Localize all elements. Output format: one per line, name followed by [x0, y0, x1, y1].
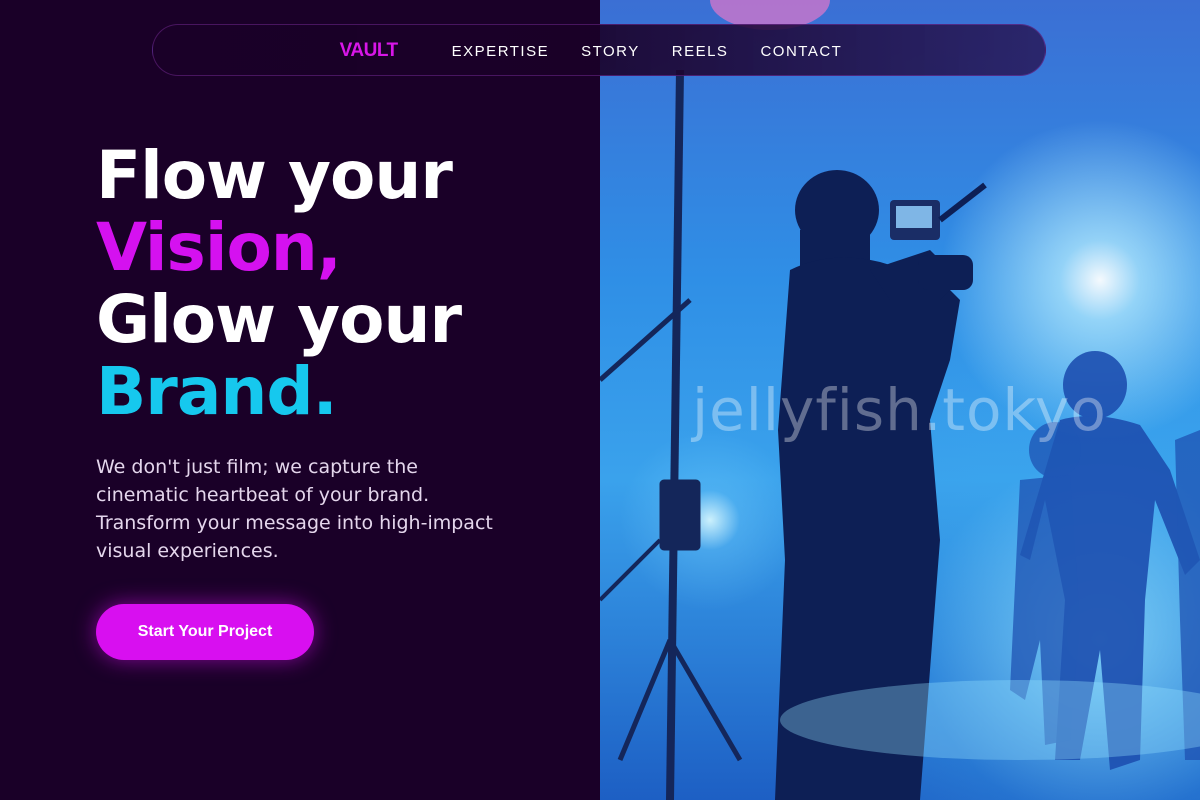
headline-line-2: Vision,: [96, 209, 342, 286]
headline-line-3: Glow your: [96, 281, 462, 358]
brand-logo[interactable]: VAULT: [340, 40, 399, 62]
hero-headline: Flow your Vision, Glow your Brand.: [96, 137, 462, 430]
nav-link-contact[interactable]: CONTACT: [760, 43, 842, 60]
start-project-button[interactable]: Start Your Project: [96, 604, 314, 660]
hero-image: jellyfish.tokyo: [600, 0, 1200, 800]
headline-line-1: Flow your: [96, 137, 453, 214]
top-navigation: VAULT EXPERTISE STORY REELS CONTACT: [152, 24, 1046, 76]
nav-link-reels[interactable]: REELS: [672, 43, 729, 60]
hero-description: We don't just film; we capture the cinem…: [96, 456, 493, 562]
headline-line-4: Brand.: [96, 353, 338, 430]
nav-link-expertise[interactable]: EXPERTISE: [452, 43, 549, 60]
nav-link-story[interactable]: STORY: [581, 43, 640, 60]
watermark-text: jellyfish.tokyo: [692, 376, 1107, 444]
